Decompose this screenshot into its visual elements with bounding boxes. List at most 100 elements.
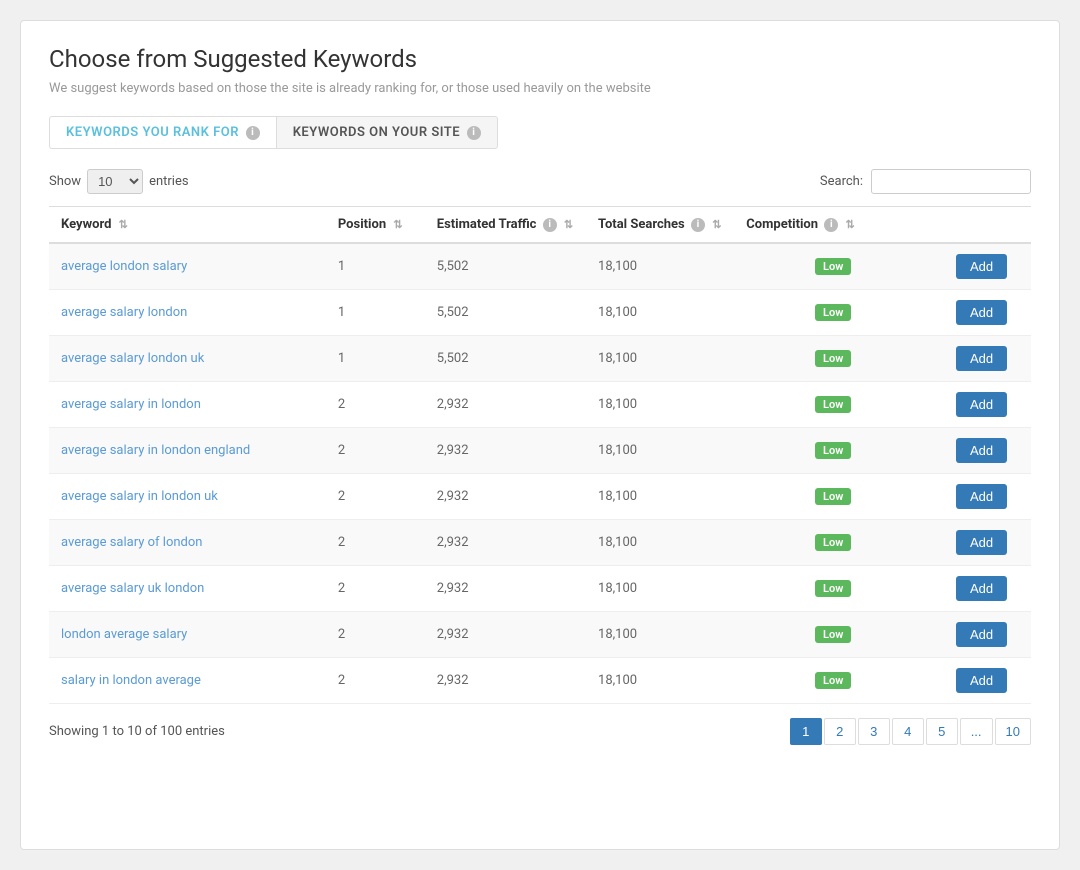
page-btn-2[interactable]: 2 [824, 718, 856, 745]
sort-position-icon[interactable]: ⇅ [393, 218, 402, 231]
cell-keyword: average salary uk london [49, 566, 326, 612]
cell-competition: Low [734, 474, 932, 520]
page-btn-5[interactable]: 5 [926, 718, 958, 745]
add-keyword-button[interactable]: Add [956, 438, 1007, 463]
sort-traffic-icon[interactable]: ⇅ [564, 218, 573, 231]
search-input[interactable] [871, 169, 1031, 194]
cell-action: Add [932, 658, 1031, 704]
cell-keyword: average london salary [49, 243, 326, 290]
table-footer: Showing 1 to 10 of 100 entries 12345...1… [49, 718, 1031, 745]
cell-position: 2 [326, 566, 425, 612]
searches-info-icon[interactable]: i [691, 218, 705, 232]
cell-keyword: average salary in london [49, 382, 326, 428]
table-row: average london salary15,50218,100LowAdd [49, 243, 1031, 290]
table-row: average salary in london22,93218,100LowA… [49, 382, 1031, 428]
table-row: average salary in london england22,93218… [49, 428, 1031, 474]
competition-badge: Low [815, 304, 851, 321]
cell-action: Add [932, 474, 1031, 520]
table-row: average salary london15,50218,100LowAdd [49, 290, 1031, 336]
cell-competition: Low [734, 382, 932, 428]
cell-competition: Low [734, 243, 932, 290]
cell-competition: Low [734, 428, 932, 474]
cell-position: 2 [326, 382, 425, 428]
add-keyword-button[interactable]: Add [956, 576, 1007, 601]
cell-traffic: 2,932 [425, 382, 586, 428]
table-controls: Show 10 25 50 100 entries Search: [49, 169, 1031, 194]
cell-traffic: 2,932 [425, 658, 586, 704]
sort-competition-icon[interactable]: ⇅ [846, 218, 855, 231]
cell-searches: 18,100 [586, 566, 734, 612]
pagination: 12345...10 [790, 718, 1031, 745]
cell-keyword: salary in london average [49, 658, 326, 704]
cell-traffic: 5,502 [425, 336, 586, 382]
add-keyword-button[interactable]: Add [956, 484, 1007, 509]
page-subtitle: We suggest keywords based on those the s… [49, 81, 1031, 96]
add-keyword-button[interactable]: Add [956, 300, 1007, 325]
tab-keywords-rank[interactable]: KEYWORDS YOU RANK FOR i [49, 116, 276, 149]
competition-badge: Low [815, 396, 851, 413]
cell-keyword: london average salary [49, 612, 326, 658]
entries-label: entries [149, 174, 189, 189]
cell-keyword: average salary london uk [49, 336, 326, 382]
cell-position: 1 [326, 290, 425, 336]
cell-traffic: 2,932 [425, 474, 586, 520]
table-row: london average salary22,93218,100LowAdd [49, 612, 1031, 658]
entries-select[interactable]: 10 25 50 100 [87, 169, 143, 194]
table-row: average salary london uk15,50218,100LowA… [49, 336, 1031, 382]
competition-badge: Low [815, 488, 851, 505]
cell-searches: 18,100 [586, 520, 734, 566]
cell-action: Add [932, 566, 1031, 612]
competition-info-icon[interactable]: i [824, 218, 838, 232]
cell-traffic: 2,932 [425, 428, 586, 474]
cell-position: 2 [326, 428, 425, 474]
cell-keyword: average salary london [49, 290, 326, 336]
cell-action: Add [932, 612, 1031, 658]
add-keyword-button[interactable]: Add [956, 254, 1007, 279]
cell-keyword: average salary in london england [49, 428, 326, 474]
tab-site-info-icon[interactable]: i [467, 126, 481, 140]
col-header-searches: Total Searches i ⇅ [586, 207, 734, 244]
cell-searches: 18,100 [586, 474, 734, 520]
table-header-row: Keyword ⇅ Position ⇅ Estimated Traffic i… [49, 207, 1031, 244]
add-keyword-button[interactable]: Add [956, 668, 1007, 693]
cell-traffic: 5,502 [425, 243, 586, 290]
traffic-info-icon[interactable]: i [543, 218, 557, 232]
page-title: Choose from Suggested Keywords [49, 45, 1031, 73]
competition-badge: Low [815, 350, 851, 367]
col-header-traffic: Estimated Traffic i ⇅ [425, 207, 586, 244]
competition-badge: Low [815, 672, 851, 689]
add-keyword-button[interactable]: Add [956, 622, 1007, 647]
add-keyword-button[interactable]: Add [956, 392, 1007, 417]
col-header-keyword: Keyword ⇅ [49, 207, 326, 244]
sort-searches-icon[interactable]: ⇅ [712, 218, 721, 231]
cell-position: 2 [326, 474, 425, 520]
cell-searches: 18,100 [586, 658, 734, 704]
add-keyword-button[interactable]: Add [956, 346, 1007, 371]
cell-traffic: 5,502 [425, 290, 586, 336]
table-row: salary in london average22,93218,100LowA… [49, 658, 1031, 704]
page-btn-1[interactable]: 1 [790, 718, 822, 745]
competition-badge: Low [815, 442, 851, 459]
competition-badge: Low [815, 534, 851, 551]
cell-competition: Low [734, 566, 932, 612]
cell-action: Add [932, 382, 1031, 428]
cell-action: Add [932, 520, 1031, 566]
cell-competition: Low [734, 290, 932, 336]
competition-badge: Low [815, 258, 851, 275]
cell-position: 2 [326, 612, 425, 658]
showing-info: Showing 1 to 10 of 100 entries [49, 724, 225, 739]
col-header-position: Position ⇅ [326, 207, 425, 244]
tab-rank-info-icon[interactable]: i [246, 126, 260, 140]
cell-competition: Low [734, 658, 932, 704]
cell-keyword: average salary of london [49, 520, 326, 566]
page-btn-4[interactable]: 4 [892, 718, 924, 745]
page-btn-3[interactable]: 3 [858, 718, 890, 745]
cell-position: 1 [326, 336, 425, 382]
competition-badge: Low [815, 580, 851, 597]
tab-keywords-site[interactable]: KEYWORDS ON YOUR SITE i [276, 116, 498, 149]
sort-keyword-icon[interactable]: ⇅ [119, 218, 128, 231]
add-keyword-button[interactable]: Add [956, 530, 1007, 555]
search-label: Search: [820, 174, 863, 189]
page-btn-10[interactable]: 10 [995, 718, 1031, 745]
cell-competition: Low [734, 336, 932, 382]
